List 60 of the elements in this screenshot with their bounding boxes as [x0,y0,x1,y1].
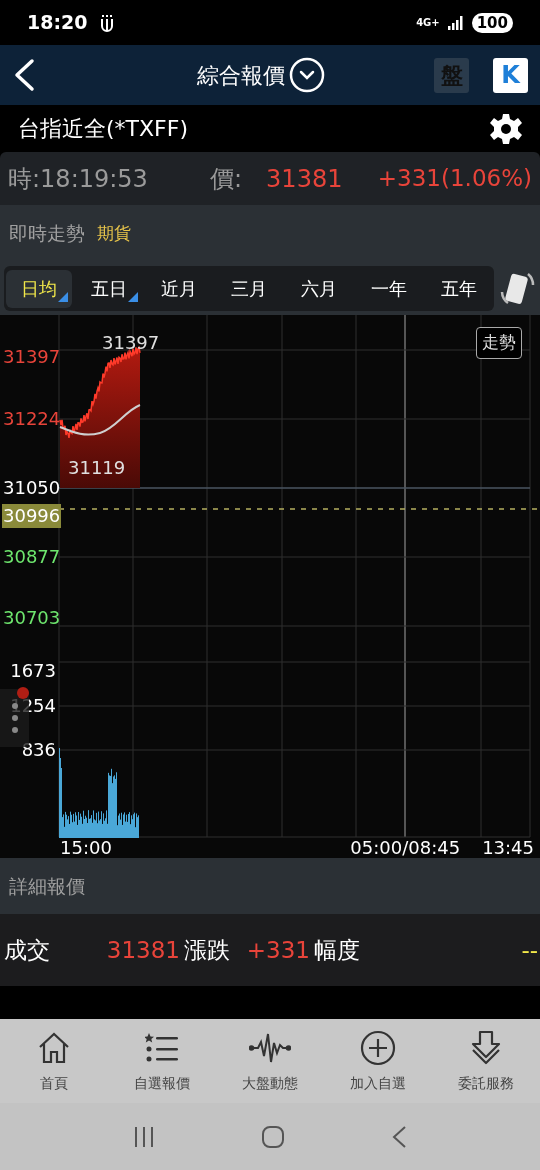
trend-mode-button[interactable]: 走勢 [476,327,522,359]
price-axis-label: 31224 [2,407,62,431]
quote-price: 31381 [266,163,343,195]
time-axis-label: 13:45 [482,838,534,858]
time-axis-label: 05:00/08:45 [350,838,461,858]
recent-apps-icon[interactable] [133,1125,155,1148]
back-nav-icon[interactable] [391,1124,407,1149]
instrument-name: 台指近全(*TXFF) [18,115,188,143]
app-notification-icon [99,13,116,32]
volume-axis-label: 1673 [10,660,56,682]
period-tab[interactable]: 五年 [426,269,492,308]
detail-label: 幅度 [314,936,360,964]
price-axis-label: 30877 [2,545,62,569]
header-button[interactable]: K [493,57,528,93]
price-axis-label: 31050 [2,476,62,500]
home-icon [37,1030,71,1065]
battery-level: 100 [471,12,513,33]
detail-label: 漲跌 [184,936,230,964]
period-tab[interactable]: 一年 [356,269,422,308]
details-title: 詳細報價 [9,873,85,899]
section-tag: 期貨 [97,220,131,247]
add-icon [360,1029,396,1066]
clock-time: 18:20 [27,10,88,36]
bottom-nav-item[interactable]: 委託服務 [432,1019,540,1103]
network-type: 4G+ [416,17,440,28]
bottom-nav-item[interactable]: 首頁 [0,1019,108,1103]
detail-value: 31381 [105,936,180,964]
dropdown-icon[interactable] [289,57,325,93]
period-tab[interactable]: 近月 [146,269,212,308]
period-tab[interactable]: 五日 [76,269,142,308]
price-label: 價: [210,163,244,195]
signal-icon [447,15,464,30]
corner-triangle-icon [128,291,138,302]
low-price-label: 31119 [68,456,126,480]
detail-value: +331 [245,936,310,964]
period-tab[interactable]: 六月 [286,269,352,308]
bottom-nav-item[interactable]: 自選報價 [108,1019,216,1103]
detail-value: -- [521,936,538,964]
home-button-icon[interactable] [261,1124,285,1149]
bottom-nav-item[interactable]: 加入自選 [324,1019,432,1103]
section-title: 即時走勢 [9,221,85,247]
quote-time: 18:19:53 [40,163,149,195]
volume-axis-label: 836 [21,739,56,761]
page-title[interactable]: 綜合報價 [197,58,285,92]
price-axis-label: 31397 [2,345,62,369]
period-tab[interactable]: 三月 [216,269,282,308]
back-icon[interactable] [12,58,36,92]
price-axis-label: 30996 [2,504,62,528]
corner-triangle-icon [58,291,68,302]
high-price-label: 31397 [102,331,160,355]
settings-icon[interactable] [490,112,522,145]
alert-dot-icon [17,687,29,699]
download-icon [470,1029,502,1066]
time-label: 時: [8,163,41,195]
price-axis-label: 30703 [2,606,62,630]
period-tab[interactable]: 日均 [6,269,72,308]
quote-change: +331(1.06%) [377,164,532,194]
detail-label: 成交 [4,936,51,964]
time-axis-label: 15:00 [60,838,112,858]
bottom-nav-item[interactable]: 大盤動態 [216,1019,324,1103]
